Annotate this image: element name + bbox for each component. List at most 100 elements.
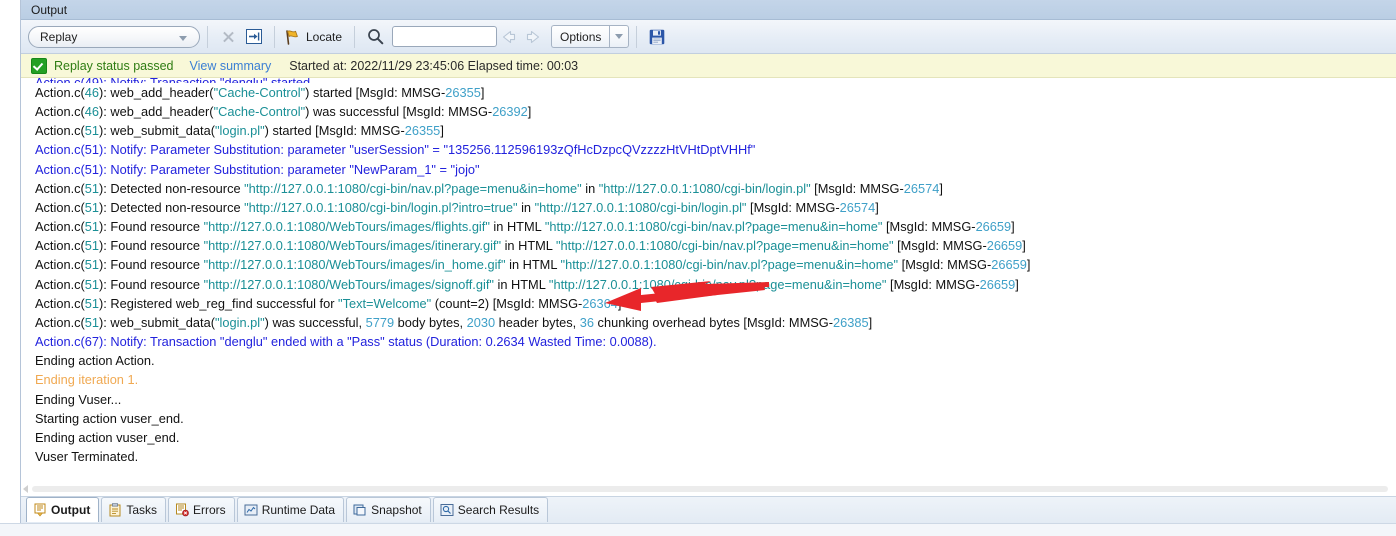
bottom-tab-bar: Output Tasks Errors Runtime Data Snapshot Sea… <box>21 496 1396 523</box>
clear-output-button[interactable] <box>215 25 241 49</box>
log-segment: in HTML <box>501 238 557 254</box>
log-segment: 26574 <box>839 199 876 215</box>
search-prev-button[interactable] <box>497 25 521 49</box>
log-segment: "http://127.0.0.1:1080/cgi-bin/nav.pl?pa… <box>544 219 883 235</box>
log-line[interactable]: Action.c(51): Detected non-resource "htt… <box>21 198 1396 217</box>
log-line[interactable]: Ending iteration 1. <box>21 370 1396 389</box>
log-segment: ] <box>1022 238 1026 254</box>
log-line[interactable]: Ending action Action. <box>21 351 1396 370</box>
log-segment: [MsgId: MMSG- <box>489 295 583 311</box>
go-to-line-icon <box>246 29 262 44</box>
log-segment: Action.c( <box>35 199 85 215</box>
log-line[interactable]: Action.c(67): Notify: Transaction "dengl… <box>21 332 1396 351</box>
log-line[interactable]: Action.c(51): Found resource "http://127… <box>21 236 1396 255</box>
panel-title-bar: Output <box>21 0 1396 20</box>
horizontal-scrollbar[interactable] <box>21 482 1396 495</box>
log-segment: 46 <box>84 104 100 120</box>
toolbar-separator <box>207 25 208 48</box>
options-dropdown-button[interactable] <box>609 25 630 48</box>
tab-errors[interactable]: Errors <box>168 497 235 522</box>
log-segment: ): Found resource <box>99 238 204 254</box>
log-line[interactable]: Vuser Terminated. <box>21 447 1396 466</box>
log-segment: in HTML <box>493 276 549 292</box>
log-segment: [MsgId: MMSG- <box>882 219 976 235</box>
output-panel-icon <box>34 503 46 517</box>
tab-label: Runtime Data <box>261 503 336 517</box>
locate-button[interactable]: Locate <box>282 25 347 49</box>
tab-tasks[interactable]: Tasks <box>101 497 167 522</box>
search-results-icon <box>440 504 454 516</box>
source-select-value: Replay <box>40 29 78 44</box>
log-line[interactable]: Ending Vuser... <box>21 390 1396 409</box>
log-segment: Action.c( <box>35 238 85 254</box>
panel-title: Output <box>31 3 68 17</box>
tab-runtime-data[interactable]: Runtime Data <box>236 497 345 522</box>
search-next-button[interactable] <box>521 25 545 49</box>
log-segment: "http://127.0.0.1:1080/WebTours/images/i… <box>203 257 506 273</box>
log-segment: in <box>581 180 599 196</box>
search-button[interactable] <box>362 25 388 49</box>
log-segment: "login.pl" <box>214 314 265 330</box>
log-segment: 51 <box>84 123 100 139</box>
log-segment: 26385 <box>832 314 869 330</box>
toolbar-separator-2 <box>274 25 275 48</box>
save-output-button[interactable] <box>644 25 670 49</box>
log-segment: 26659 <box>986 238 1023 254</box>
log-segment: "Cache-Control" <box>213 85 306 100</box>
log-segment: Action.c( <box>35 257 85 273</box>
scroll-left-arrow-icon[interactable] <box>23 485 28 493</box>
tab-snapshot[interactable]: Snapshot <box>346 497 431 522</box>
log-line[interactable]: Action.c(51): Found resource "http://127… <box>21 275 1396 294</box>
tab-search-results[interactable]: Search Results <box>432 497 549 522</box>
log-line[interactable]: Action.c(51): web_submit_data("login.pl"… <box>21 313 1396 332</box>
log-segment: "http://127.0.0.1:1080/WebTours/images/s… <box>203 276 494 292</box>
log-line[interactable]: Action.c(51): Detected non-resource "htt… <box>21 179 1396 198</box>
log-segment: 51 <box>84 180 100 196</box>
log-segment: 36 <box>579 314 594 330</box>
tasks-clipboard-icon <box>109 503 121 517</box>
log-segment: 51 <box>84 199 100 215</box>
log-segment: "http://127.0.0.1:1080/cgi-bin/nav.pl?pa… <box>556 238 894 254</box>
tab-label: Snapshot <box>371 503 422 517</box>
log-line[interactable]: Action.c(51): Notify: Parameter Substitu… <box>21 160 1396 179</box>
log-line[interactable]: Action.c(51): Found resource "http://127… <box>21 217 1396 236</box>
log-line[interactable]: Action.c(51): Found resource "http://127… <box>21 255 1396 274</box>
log-segment: ] <box>440 123 444 139</box>
tab-label: Output <box>51 503 91 517</box>
log-segment: 26355 <box>404 123 441 139</box>
log-segment: ): Detected non-resource <box>99 199 245 215</box>
log-segment: Action.c( <box>35 104 85 120</box>
log-line[interactable]: Action.c(51): Notify: Parameter Substitu… <box>21 140 1396 159</box>
tab-label: Search Results <box>457 503 540 517</box>
tab-output[interactable]: Output <box>26 497 100 522</box>
search-icon <box>367 29 383 45</box>
view-summary-link[interactable]: View summary <box>190 59 272 73</box>
output-panel-window: Output Replay Locate Options Replay stat… <box>0 0 1396 536</box>
log-segment: [MsgId: MMSG- <box>352 85 446 100</box>
search-input[interactable] <box>392 26 498 47</box>
log-segment: 26355 <box>445 85 481 100</box>
log-line[interactable]: Action.c(51): Registered web_reg_find su… <box>21 294 1396 313</box>
output-log-lines: Action.c(49): Notify: Transaction "dengl… <box>21 78 1396 466</box>
output-log-area[interactable]: Action.c(49): Notify: Transaction "dengl… <box>21 78 1396 482</box>
source-select[interactable]: Replay <box>28 25 200 48</box>
log-segment: "Text=Welcome" <box>338 295 432 311</box>
log-line[interactable]: Ending action vuser_end. <box>21 428 1396 447</box>
log-segment: [MsgId: MMSG- <box>399 104 493 120</box>
log-line[interactable]: Action.c(46): web_add_header("Cache-Cont… <box>21 83 1396 102</box>
log-segment: ): Found resource <box>99 219 204 235</box>
log-segment: ] <box>480 85 485 100</box>
log-segment: "http://127.0.0.1:1080/WebTours/images/i… <box>203 238 502 254</box>
options-button[interactable]: Options <box>551 25 610 48</box>
log-segment: "http://127.0.0.1:1080/cgi-bin/login.pl" <box>534 199 747 215</box>
locate-button-label: Locate <box>306 29 343 44</box>
log-line[interactable]: Action.c(51): web_submit_data("login.pl"… <box>21 121 1396 140</box>
horizontal-scrollbar-track[interactable] <box>32 486 1388 492</box>
log-line[interactable]: Starting action vuser_end. <box>21 409 1396 428</box>
log-line[interactable]: Action.c(46): web_add_header("Cache-Cont… <box>21 102 1396 121</box>
log-segment: 2030 <box>466 314 496 330</box>
log-segment: ] <box>527 104 532 120</box>
log-segment: [MsgId: MMSG- <box>886 276 980 292</box>
log-segment: "http://127.0.0.1:1080/cgi-bin/login.pl?… <box>244 199 518 215</box>
go-to-line-button[interactable] <box>241 25 267 49</box>
